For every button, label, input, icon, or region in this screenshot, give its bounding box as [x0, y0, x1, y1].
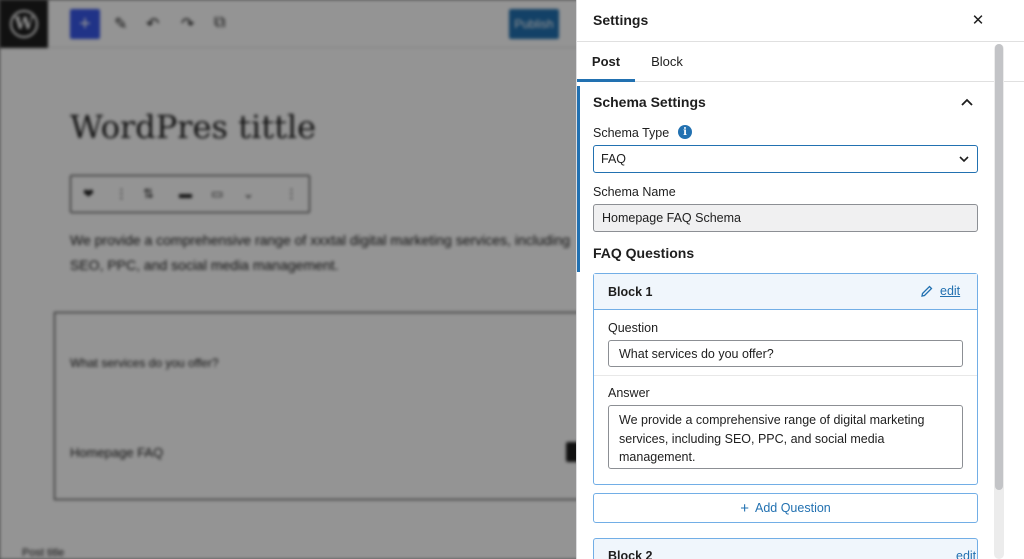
chevron-down-icon[interactable]: ⌄ — [243, 186, 254, 202]
schema-name-input[interactable] — [593, 204, 978, 232]
drag-handle-icon[interactable]: ⋮ — [115, 186, 128, 202]
edit-block-link[interactable]: edit — [920, 284, 960, 298]
edit-block-link[interactable]: edit — [956, 549, 976, 559]
settings-sidebar: Settings ✕ Post Block Schema Settings Sc… — [576, 0, 1024, 559]
move-arrows-icon[interactable]: ⇅ — [143, 186, 154, 202]
schema-type-label: Schema Type — [593, 126, 670, 140]
schema-name-label: Schema Name — [593, 185, 676, 199]
faq-questions-title: FAQ Questions — [593, 245, 695, 261]
wordpress-w-icon: W — [10, 10, 38, 38]
close-icon[interactable]: ✕ — [967, 9, 989, 31]
undo-icon[interactable]: ↶ — [146, 14, 159, 34]
edit-label[interactable]: edit — [940, 284, 960, 298]
add-question-button[interactable]: + Add Question — [593, 493, 978, 523]
card-divider — [594, 375, 977, 376]
details-icon[interactable]: ⧉ — [214, 14, 225, 32]
publish-button[interactable]: Publish — [509, 9, 559, 39]
pencil-icon — [921, 285, 933, 297]
faq-block-title: Block 2 — [608, 549, 653, 559]
question-input[interactable] — [608, 340, 963, 367]
block-toolbar: ❤ ⋮ ⇅ ▬ ▭ ⌄ ⋮ — [70, 175, 310, 213]
question-label: Question — [608, 321, 659, 335]
redo-icon[interactable]: ↷ — [181, 14, 194, 34]
faq-block-card: Block 2 edit — [593, 538, 978, 559]
faq-preview-name: Homepage FAQ — [70, 445, 164, 460]
editor-breadcrumb: Post title — [22, 547, 65, 559]
chevron-down-icon — [959, 156, 969, 163]
schema-type-value: FAQ — [601, 152, 627, 166]
schema-type-select[interactable]: FAQ — [593, 145, 978, 173]
add-block-button[interactable]: + — [70, 9, 100, 39]
answer-label: Answer — [608, 386, 650, 400]
faq-block-card: Block 1 edit Question Answer We provide … — [593, 273, 978, 485]
faq-block-preview[interactable] — [54, 312, 594, 500]
schema-settings-title: Schema Settings — [593, 94, 706, 110]
add-question-label: Add Question — [755, 501, 831, 515]
tab-post[interactable]: Post — [577, 42, 635, 82]
plus-icon: + — [740, 499, 749, 517]
align-icon[interactable]: ▬ — [179, 186, 192, 201]
section-active-indicator — [577, 86, 580, 272]
wordpress-logo[interactable]: W — [0, 0, 48, 48]
post-title[interactable]: WordPres tittle — [70, 108, 316, 146]
pencil-tool-icon[interactable]: ✎ — [114, 14, 127, 34]
block-type-icon[interactable]: ❤ — [83, 186, 94, 202]
tab-block[interactable]: Block — [639, 42, 695, 82]
info-icon[interactable]: i — [678, 125, 692, 139]
settings-tabs: Post Block — [577, 42, 1024, 82]
answer-textarea[interactable]: We provide a comprehensive range of digi… — [608, 405, 963, 469]
width-icon[interactable]: ▭ — [211, 186, 223, 202]
faq-block-header: Block 1 edit — [594, 274, 977, 310]
faq-preview-question: What services do you offer? — [70, 356, 219, 370]
settings-header: Settings ✕ — [577, 0, 1024, 42]
more-options-icon[interactable]: ⋮ — [285, 186, 298, 202]
settings-title: Settings — [593, 12, 649, 28]
post-paragraph[interactable]: We provide a comprehensive range of xxxt… — [70, 228, 590, 278]
chevron-up-icon[interactable] — [957, 93, 977, 111]
scrollbar-thumb[interactable] — [995, 44, 1003, 490]
faq-block-title: Block 1 — [608, 285, 653, 299]
sidebar-scrollbar[interactable] — [994, 44, 1004, 559]
